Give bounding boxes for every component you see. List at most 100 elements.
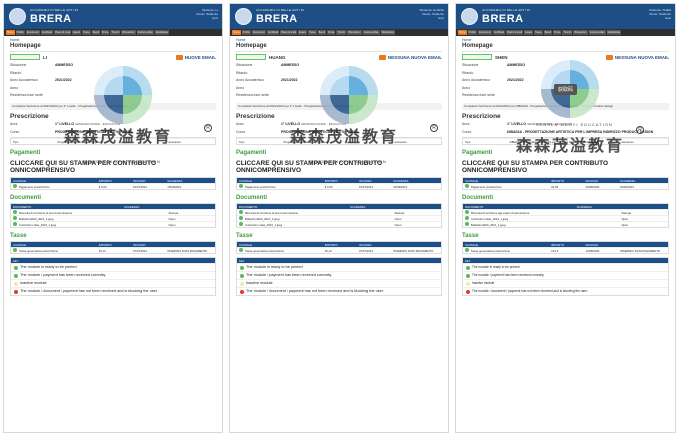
nav-tab[interactable]: Firma [327, 30, 336, 35]
table-row: Bollettino1100_2021_1.jpeg Open [11, 215, 215, 221]
nav-tab[interactable]: Documenti [251, 30, 266, 35]
nav-tab[interactable]: Firma [101, 30, 110, 35]
nav-tab[interactable]: Certificati [492, 30, 506, 35]
table-cell: 15/07/2021 [359, 185, 393, 189]
nav-tab[interactable]: Rilevazioni [573, 30, 588, 35]
table-cell[interactable]: Open [395, 223, 439, 227]
status-dot-icon [13, 248, 17, 252]
nav-tab[interactable]: Esami [524, 30, 534, 35]
table-row: Pagamento preiscrizione 24,05 20/08/2021 02… [463, 183, 668, 189]
column-header: SCADENZA [620, 178, 636, 183]
table-cell: 15,13 [551, 249, 585, 253]
nav-tab[interactable]: Certificati [40, 30, 54, 35]
nav-tab[interactable]: Home [232, 30, 241, 35]
table-cell[interactable]: INSERISCI DATA PAGAMENTO [167, 249, 213, 253]
corso-label: Corso [236, 129, 246, 134]
nav-tab[interactable]: Tirocini [336, 30, 347, 35]
nav-tab[interactable]: Carriera Alias [136, 30, 154, 35]
nav-tab[interactable]: Profilo [467, 30, 477, 35]
logout-link[interactable]: Esci [631, 16, 671, 20]
table-cell: Ricevuta di iscrizione al test di ammiss… [239, 210, 350, 215]
stampa-link[interactable]: CLICCARE QUI SU STAMPA PER CONTRIBUTO ON… [456, 157, 675, 176]
academy-logo-icon[interactable] [235, 8, 252, 25]
brand-title: BRERA [30, 13, 72, 25]
email-label: NESSUNA NUOVA EMAIL [614, 54, 669, 60]
table-cell[interactable]: Stampa [169, 211, 213, 215]
table-cell[interactable]: Open [621, 217, 666, 221]
legend-dot-icon [14, 289, 18, 294]
academy-logo-icon[interactable] [461, 8, 478, 25]
cell-text: Curriculum.vitae_2021_1.jpeg [245, 223, 283, 227]
legend-row: Inactive module [463, 279, 668, 287]
nav-tab[interactable]: Tasse [308, 30, 317, 35]
table-cell[interactable]: Open [621, 223, 666, 227]
table-cell[interactable]: Open [169, 223, 213, 227]
column-header: SCADENZA [124, 204, 140, 209]
cell-text: Stampa [394, 210, 405, 215]
nav-tab[interactable]: Carriera Alias [588, 30, 606, 35]
nav-tab[interactable]: Rilevazioni [121, 30, 136, 35]
nav-tab[interactable]: Tasse [534, 30, 543, 35]
cell-text: Curriculum.vitae_2021_1.jpeg [471, 217, 509, 221]
nav-tab[interactable]: Piano di studi [280, 30, 298, 35]
nav-tab[interactable]: Bandi [91, 30, 101, 35]
logout-link[interactable]: Esci [178, 16, 218, 20]
nav-tab[interactable]: Documenti [25, 30, 40, 35]
nav-tab[interactable]: Modulistica [380, 30, 396, 35]
nav-tab[interactable]: Tirocini [110, 30, 121, 35]
nav-tab[interactable]: Modulistica [606, 30, 622, 35]
table-cell[interactable]: Stampa [395, 211, 439, 215]
nav-tab[interactable]: Profilo [15, 30, 25, 35]
table-cell[interactable]: INSERISCI DATA PAGAMENTO [620, 249, 666, 253]
email-link[interactable]: NESSUNA NUOVA EMAIL [605, 54, 669, 60]
academy-logo-icon[interactable] [9, 8, 26, 25]
table-cell[interactable]: Stampa [621, 211, 666, 215]
cell-text: 15,13 [551, 248, 559, 253]
legend-row: The module / payment has been received c… [463, 271, 668, 279]
payments-table: CAUSALE IMPORTO INCASSO SCADENZA Pagamento p… [10, 177, 216, 190]
nav-tab[interactable]: Piano di studi [506, 30, 524, 35]
column-header: SCADENZA [393, 178, 409, 183]
legend-text: The module / payment has been received c… [20, 273, 107, 277]
nav-tab[interactable]: Modulistica [154, 30, 170, 35]
tipo-label: Tipo [465, 139, 471, 144]
nav-tab[interactable]: Profilo [241, 30, 251, 35]
nav-tab[interactable]: Tasse [82, 30, 91, 35]
table-cell: Pagamento preiscrizione [465, 184, 551, 189]
legend-dot-icon [466, 265, 470, 270]
nav-tab[interactable]: Tirocini [562, 30, 573, 35]
nav-tab[interactable]: Bandi [543, 30, 553, 35]
nav-tab[interactable]: Carriera Alias [362, 30, 380, 35]
documenti-title: Documenti [236, 195, 268, 201]
table-cell[interactable]: INSERISCI DATA PAGAMENTO [393, 249, 439, 253]
table-cell[interactable]: Open [395, 217, 439, 221]
table-row: Curriculum.vitae_2021_1.jpeg Open [463, 215, 668, 221]
nav-tab[interactable]: Rilevazioni [347, 30, 362, 35]
nav-tab[interactable]: Esami [298, 30, 308, 35]
legend-text: The module is ready to be printed [472, 265, 520, 269]
logout-link[interactable]: Esci [404, 16, 444, 20]
watermark-text: 森森茂溢教育 [290, 127, 399, 146]
nav-tab[interactable]: Bandi [317, 30, 327, 35]
nav-tab[interactable]: Piano di studi [54, 30, 72, 35]
email-link[interactable]: NUOVE EMAIL [175, 54, 216, 60]
table-cell: Curriculum.vitae_2021_1.jpeg [239, 222, 350, 227]
portal-header: ACCADEMIA DI BELLE ARTI DI BRERA Student… [230, 4, 448, 29]
email-link[interactable]: NESSUNA NUOVA EMAIL [378, 54, 442, 60]
table-cell[interactable]: Open [169, 217, 213, 221]
nav-tab[interactable]: Certificati [266, 30, 280, 35]
page-title: Homepage [10, 43, 41, 49]
table-cell: 24,05 [551, 185, 585, 189]
nav-tab[interactable]: Documenti [477, 30, 492, 35]
table-cell: Pagamento preiscrizione [13, 184, 99, 189]
table-cell: 15/07/2021 [133, 185, 167, 189]
nav-tab[interactable]: Firma [553, 30, 562, 35]
brand-title: BRERA [256, 13, 298, 25]
nav-tab[interactable]: Home [458, 30, 467, 35]
nav-tab[interactable]: Esami [72, 30, 82, 35]
nav-tab[interactable]: Home [6, 30, 15, 35]
email-label: NESSUNA NUOVA EMAIL [387, 54, 442, 60]
table-cell: 02/09/2021 [620, 185, 666, 189]
area-value: 1° LIVELLO [507, 122, 527, 126]
column-header: IMPORTO [551, 178, 565, 183]
